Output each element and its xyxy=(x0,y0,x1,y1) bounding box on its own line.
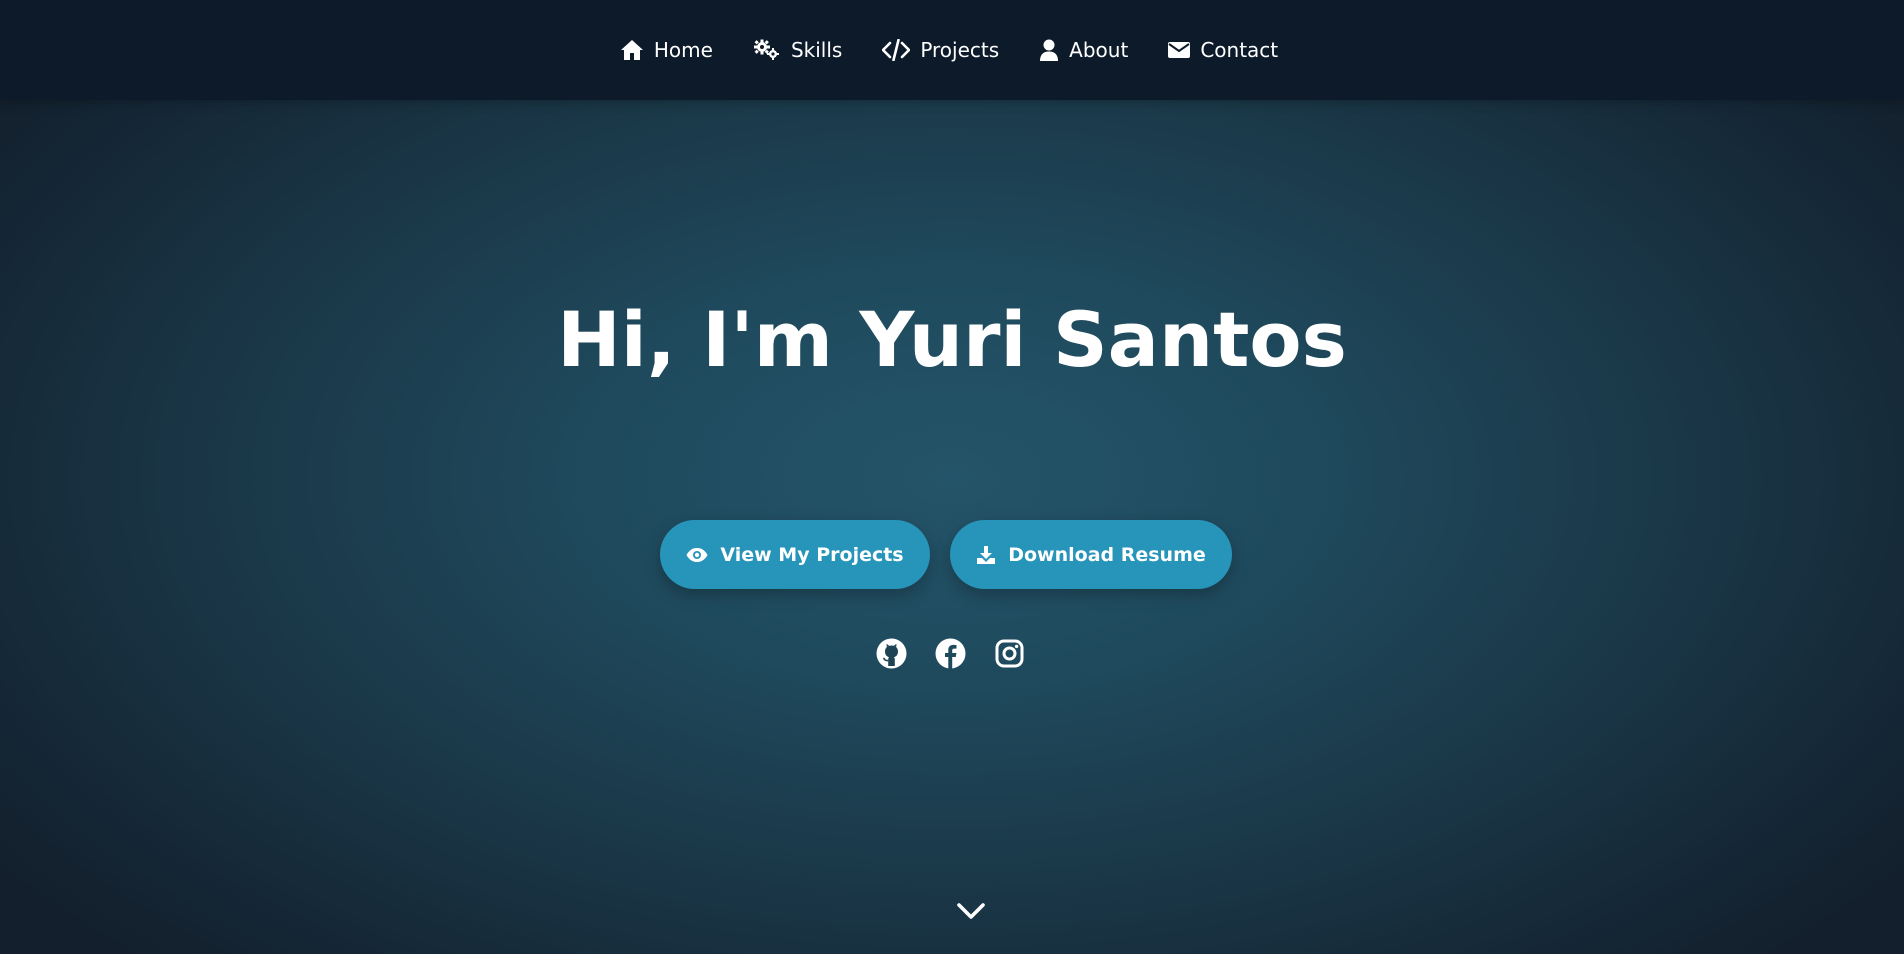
nav-list: Home Skills Projects About Contact xyxy=(620,38,1278,62)
scroll-down-link[interactable] xyxy=(956,900,986,924)
user-icon xyxy=(1039,39,1059,61)
eye-icon xyxy=(686,547,708,563)
download-resume-button[interactable]: Download Resume xyxy=(950,520,1232,589)
instagram-link[interactable] xyxy=(994,638,1025,669)
navbar: Home Skills Projects About Contact xyxy=(0,0,1904,100)
github-link[interactable] xyxy=(876,638,907,669)
nav-item-about[interactable]: About xyxy=(1039,38,1128,62)
download-icon xyxy=(976,545,996,565)
code-icon xyxy=(882,39,911,61)
facebook-icon xyxy=(935,638,966,669)
home-icon xyxy=(620,39,644,61)
view-projects-button[interactable]: View My Projects xyxy=(660,520,930,589)
nav-item-contact[interactable]: Contact xyxy=(1168,38,1278,62)
social-links xyxy=(0,638,1902,669)
nav-item-label: Contact xyxy=(1200,38,1279,62)
nav-item-label: Home xyxy=(653,38,713,62)
instagram-icon xyxy=(995,639,1024,668)
nav-item-label: Projects xyxy=(920,38,1000,62)
nav-item-label: Skills xyxy=(790,38,843,62)
github-icon xyxy=(876,638,907,669)
nav-item-home[interactable]: Home xyxy=(620,38,713,62)
download-resume-label: Download Resume xyxy=(1008,543,1206,566)
hero-buttons: View My Projects Download Resume xyxy=(0,520,1898,589)
hero-title: Hi, I'm Yuri Santos xyxy=(557,295,1347,384)
nav-item-projects[interactable]: Projects xyxy=(882,38,999,62)
gears-icon xyxy=(753,39,781,61)
facebook-link[interactable] xyxy=(935,638,966,669)
nav-item-label: About xyxy=(1069,38,1129,62)
view-projects-label: View My Projects xyxy=(720,543,904,566)
chevron-down-icon xyxy=(956,903,986,928)
nav-item-skills[interactable]: Skills xyxy=(753,38,842,62)
envelope-icon xyxy=(1168,41,1191,59)
